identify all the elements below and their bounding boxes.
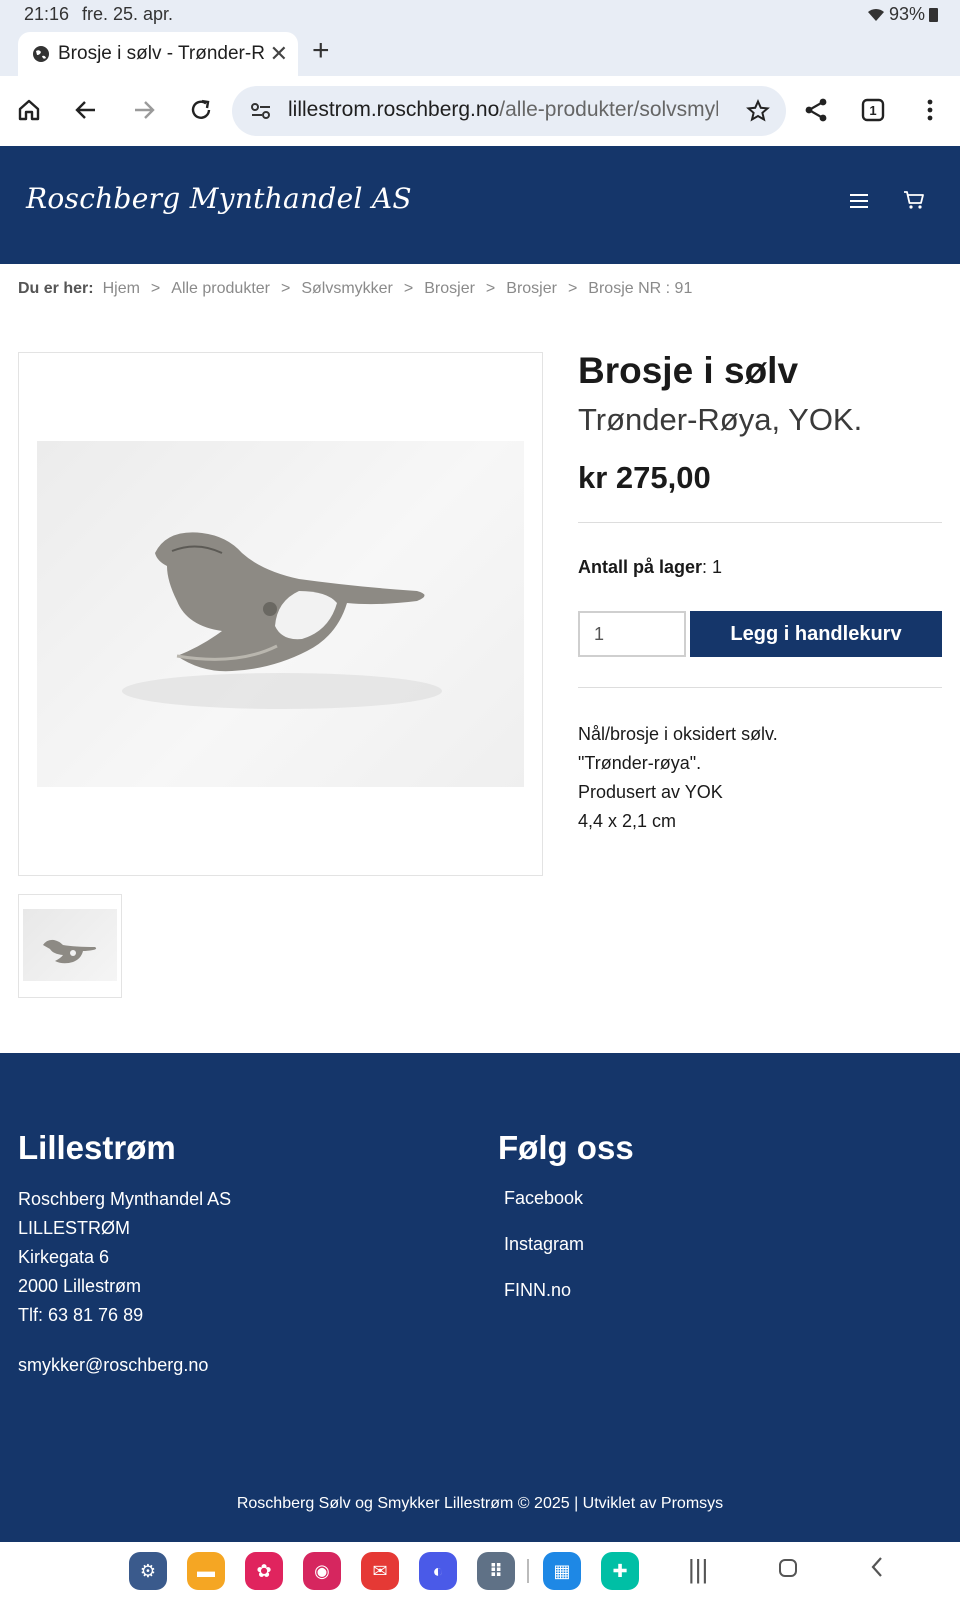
close-tab-icon[interactable]: ✕ bbox=[270, 43, 288, 65]
status-bar: 21:16 fre. 25. apr. 93% bbox=[0, 0, 960, 28]
url-path: /alle-produkter/solvsmykker/brosjer bbox=[499, 98, 718, 121]
product-main-image[interactable] bbox=[18, 352, 543, 876]
status-indicators: 93% bbox=[867, 4, 938, 25]
apps-grid-icon[interactable]: ⠿ bbox=[477, 1552, 515, 1590]
site-logo[interactable]: Roschberg Mynthandel AS bbox=[26, 182, 412, 215]
reload-icon[interactable] bbox=[183, 92, 219, 128]
url-host: lillestrom.roschberg.no bbox=[288, 98, 500, 121]
back-nav-icon[interactable] bbox=[870, 1556, 884, 1582]
home-icon[interactable] bbox=[11, 92, 47, 128]
cart-icon[interactable] bbox=[903, 190, 925, 215]
product-description: Nål/brosje i oksidert sølv. "Trønder-røy… bbox=[578, 720, 778, 836]
breadcrumb-separator: > bbox=[403, 280, 414, 297]
address-bar[interactable]: lillestrom.roschberg.no/alle-produkter/s… bbox=[232, 86, 786, 136]
share-icon[interactable] bbox=[798, 92, 834, 128]
tab-switcher-icon[interactable]: 1 bbox=[855, 92, 891, 128]
breadcrumb-separator: > bbox=[485, 280, 496, 297]
breadcrumb: Du er her: Hjem > Alle produkter > Sølvs… bbox=[18, 280, 692, 298]
breadcrumb-separator: > bbox=[150, 280, 161, 297]
description-line: 4,4 x 2,1 cm bbox=[578, 811, 677, 831]
url-text: lillestrom.roschberg.no/alle-produkter/s… bbox=[288, 98, 718, 122]
fitness-icon[interactable]: ✚ bbox=[601, 1552, 639, 1590]
site-settings-icon[interactable] bbox=[250, 101, 272, 126]
footer-copyright: Roschberg Sølv og Smykker Lillestrøm © 2… bbox=[236, 1495, 724, 1512]
back-arrow-icon[interactable] bbox=[68, 92, 104, 128]
breadcrumb-item-brooches-sub[interactable]: Brosjer bbox=[506, 280, 557, 298]
breadcrumb-item-brooches[interactable]: Brosjer bbox=[424, 280, 475, 298]
breadcrumb-separator: > bbox=[280, 280, 291, 297]
product-thumbnail[interactable] bbox=[18, 894, 122, 998]
stock-label: Antall på lager bbox=[578, 557, 703, 577]
quantity-input[interactable] bbox=[578, 611, 686, 657]
address-line: Kirkegata 6 bbox=[18, 1247, 110, 1267]
site-footer: Lillestrøm Roschberg Mynthandel AS LILLE… bbox=[0, 1053, 960, 1542]
site-header: Roschberg Mynthandel AS bbox=[0, 146, 960, 264]
dock-separator bbox=[527, 1559, 529, 1583]
files-icon[interactable]: ▬ bbox=[187, 1552, 225, 1590]
product-title: Brosje i sølv bbox=[578, 350, 799, 391]
description-line: Nål/brosje i oksidert sølv. bbox=[578, 724, 778, 744]
breadcrumb-label: Du er her: bbox=[18, 280, 94, 297]
gallery-icon[interactable]: ✿ bbox=[245, 1552, 283, 1590]
bookmark-star-icon[interactable] bbox=[746, 99, 770, 128]
browser-toolbar: lillestrom.roschberg.no/alle-produkter/s… bbox=[0, 76, 960, 146]
address-line: Roschberg Mynthandel AS bbox=[18, 1189, 232, 1209]
thumbnail-photo bbox=[23, 909, 117, 981]
more-menu-icon[interactable] bbox=[912, 92, 948, 128]
footer-heading-follow: Følg oss bbox=[498, 1129, 634, 1166]
address-line: 2000 Lillestrøm bbox=[18, 1276, 142, 1296]
instagram-link[interactable]: Instagram bbox=[504, 1229, 584, 1275]
footer-email-link[interactable]: smykker@roschberg.no bbox=[18, 1355, 208, 1376]
finn-link[interactable]: FINN.no bbox=[504, 1275, 584, 1321]
social-links: Facebook Instagram FINN.no bbox=[504, 1183, 584, 1321]
footer-heading-location: Lillestrøm bbox=[18, 1129, 176, 1166]
browser-icon[interactable]: ◐ bbox=[419, 1552, 457, 1590]
product-price: kr 275,00 bbox=[578, 460, 711, 495]
status-time: 21:16 bbox=[24, 4, 70, 24]
recent-apps-icon[interactable]: ||| bbox=[688, 1556, 708, 1582]
wifi-icon bbox=[867, 8, 884, 21]
system-nav-bar: ⚙ ▬ ✿ ◉ ✉ ◐ ⠿ ▦ ✚ ||| bbox=[0, 1542, 960, 1600]
tab-strip: Brosje i sølv - Trønder-Røya, YOK. ✕ + bbox=[0, 28, 960, 76]
breadcrumb-item-current: Brosje NR : 91 bbox=[588, 280, 693, 297]
footer-address: Roschberg Mynthandel AS LILLESTRØM Kirke… bbox=[18, 1185, 231, 1330]
battery-icon bbox=[929, 7, 938, 22]
facebook-link[interactable]: Facebook bbox=[504, 1183, 584, 1229]
breadcrumb-item-silver-jewelry[interactable]: Sølvsmykker bbox=[301, 280, 393, 298]
globe-icon bbox=[32, 45, 50, 63]
home-button-icon[interactable] bbox=[778, 1556, 798, 1582]
breadcrumb-item-home[interactable]: Hjem bbox=[103, 280, 140, 298]
camera-icon[interactable]: ◉ bbox=[303, 1552, 341, 1590]
product-subtitle: Trønder-Røya, YOK. bbox=[578, 402, 863, 437]
forward-arrow-icon[interactable] bbox=[126, 92, 162, 128]
address-line: LILLESTRØM bbox=[18, 1218, 131, 1238]
breadcrumb-separator: > bbox=[567, 280, 578, 297]
tab-title: Brosje i sølv - Trønder-Røya, YOK. bbox=[58, 43, 264, 64]
menu-icon[interactable] bbox=[850, 194, 868, 208]
description-line: "Trønder-røya". bbox=[578, 753, 702, 773]
stock-value: : 1 bbox=[702, 557, 723, 577]
tab-count: 1 bbox=[869, 102, 877, 118]
product-photo bbox=[37, 441, 524, 787]
email-icon[interactable]: ✉ bbox=[361, 1552, 399, 1590]
description-line: Produsert av YOK bbox=[578, 782, 723, 802]
browser-tab[interactable]: Brosje i sølv - Trønder-Røya, YOK. ✕ bbox=[18, 32, 298, 76]
bookshelf-icon[interactable]: ▦ bbox=[543, 1552, 581, 1590]
new-tab-icon[interactable]: + bbox=[312, 36, 330, 66]
add-to-cart-button[interactable]: Legg i handlekurv bbox=[690, 611, 942, 657]
settings-icon[interactable]: ⚙ bbox=[129, 1552, 167, 1590]
breadcrumb-item-all-products[interactable]: Alle produkter bbox=[171, 280, 270, 298]
status-date: fre. 25. apr. bbox=[82, 4, 174, 24]
battery-percent: 93% bbox=[888, 4, 925, 24]
divider bbox=[578, 522, 942, 523]
divider bbox=[578, 687, 942, 688]
stock-info: Antall på lager: 1 bbox=[578, 557, 722, 578]
phone-line[interactable]: Tlf: 63 81 76 89 bbox=[18, 1301, 231, 1330]
